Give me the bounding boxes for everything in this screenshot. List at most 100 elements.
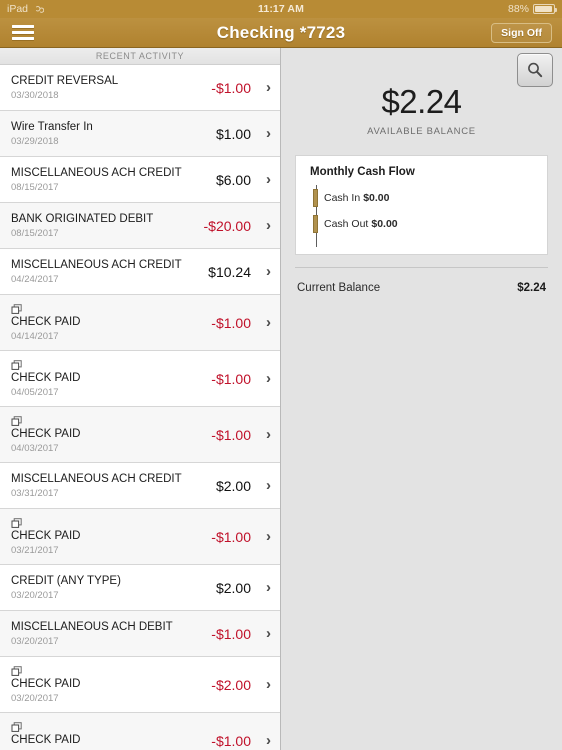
cash-in-row: Cash In $0.00: [310, 185, 533, 211]
recent-activity-list[interactable]: RECENT ACTIVITY CREDIT REVERSAL 03/30/201…: [0, 48, 281, 750]
transaction-amount: $10.24: [208, 263, 251, 280]
transaction-description: CREDIT REVERSAL: [11, 74, 119, 87]
transaction-date: 04/14/2017: [11, 331, 59, 342]
transaction-description: BANK ORIGINATED DEBIT: [11, 212, 154, 225]
transaction-date: 03/20/2017: [11, 589, 59, 601]
status-bar-time: 11:17 AM: [258, 3, 304, 15]
transaction-row[interactable]: BANK ORIGINATED DEBIT 08/15/2017 -$20.00 ›: [0, 203, 280, 249]
transaction-row[interactable]: MISCELLANEOUS ACH CREDIT 03/31/2017 $2.00 ›: [0, 463, 280, 509]
transaction-amount: -$1.00: [211, 426, 251, 443]
transaction-row[interactable]: MISCELLANEOUS ACH CREDIT 04/24/2017 $10.24…: [0, 249, 280, 295]
transaction-row[interactable]: CHECK PAID 03/21/2017 -$1.00 ›: [0, 509, 280, 565]
cash-in-bar: [313, 189, 318, 207]
transaction-date: 04/24/2017: [11, 273, 59, 285]
chevron-right-icon[interactable]: ›: [258, 80, 271, 95]
transaction-description: MISCELLANEOUS ACH DEBIT: [11, 620, 173, 633]
chevron-right-icon[interactable]: ›: [258, 218, 271, 233]
transaction-row[interactable]: Wire Transfer In 03/29/2018 $1.00 ›: [0, 111, 280, 157]
transaction-date: 03/20/2017: [11, 693, 59, 704]
transaction-info: MISCELLANEOUS ACH CREDIT 03/31/2017: [11, 472, 210, 500]
search-button[interactable]: [517, 53, 553, 87]
transaction-description: MISCELLANEOUS ACH CREDIT: [11, 258, 182, 271]
chevron-right-icon[interactable]: ›: [258, 126, 271, 141]
chevron-right-icon[interactable]: ›: [258, 677, 271, 692]
chevron-right-icon[interactable]: ›: [258, 478, 271, 493]
transaction-description: CHECK PAID: [11, 428, 81, 440]
transaction-info: CHECK PAID 04/05/2017: [11, 358, 205, 399]
transaction-row[interactable]: CHECK PAID 04/05/2017 -$1.00 ›: [0, 351, 280, 407]
check-image-icon: [11, 664, 23, 676]
transaction-description: MISCELLANEOUS ACH CREDIT: [11, 166, 182, 179]
transaction-amount: $2.00: [215, 579, 251, 596]
transaction-date: 03/30/2018: [11, 89, 59, 101]
battery-icon: [533, 4, 557, 14]
transaction-row[interactable]: CHECK PAID03/20/2017 -$1.00 ›: [0, 713, 280, 750]
transaction-amount: -$1.00: [211, 528, 251, 545]
recent-activity-header: RECENT ACTIVITY: [0, 48, 280, 65]
search-icon: [528, 62, 543, 78]
transaction-list: CREDIT REVERSAL 03/30/2018 -$1.00 › Wire Tra…: [0, 65, 280, 750]
transaction-amount: -$1.00: [211, 732, 251, 749]
chevron-right-icon[interactable]: ›: [258, 733, 271, 748]
transaction-date: 03/21/2017: [11, 545, 59, 556]
chevron-right-icon[interactable]: ›: [258, 172, 271, 187]
nav-bar: Checking *7723 Sign Off: [0, 18, 562, 48]
transaction-amount: $2.00: [215, 477, 251, 494]
status-bar: iPad 11:17 AM 88%: [0, 0, 562, 18]
transaction-amount: -$1.00: [211, 370, 251, 387]
available-balance-block: $2.24 AVAILABLE BALANCE: [295, 48, 548, 138]
transaction-description: Wire Transfer In: [11, 120, 93, 133]
transaction-date: 08/15/2017: [11, 181, 59, 193]
transaction-date: 08/15/2017: [11, 227, 59, 239]
transaction-info: Wire Transfer In 03/29/2018: [11, 120, 210, 148]
hamburger-menu-icon[interactable]: [10, 23, 36, 43]
transaction-description: CREDIT (ANY TYPE): [11, 574, 121, 587]
transaction-row[interactable]: CHECK PAID 04/03/2017 -$1.00 ›: [0, 407, 280, 463]
battery-percent: 88%: [507, 3, 529, 15]
chevron-right-icon[interactable]: ›: [258, 371, 271, 386]
transaction-info: CHECK PAID 04/14/2017: [11, 302, 205, 343]
transaction-description: MISCELLANEOUS ACH CREDIT: [11, 472, 182, 485]
cash-in-value: $0.00: [363, 192, 390, 204]
monthly-cash-flow-card[interactable]: Monthly Cash Flow Cash In $0.00 Cash Out $…: [295, 155, 548, 255]
check-image-icon: [11, 302, 23, 314]
transaction-row[interactable]: MISCELLANEOUS ACH DEBIT 03/20/2017 -$1.00 ›: [0, 611, 280, 657]
transaction-date: 04/05/2017: [11, 387, 59, 398]
transaction-date: 04/03/2017: [11, 443, 59, 454]
cash-in-label: Cash In: [324, 192, 361, 204]
transaction-info: CHECK PAID03/20/2017: [11, 664, 205, 705]
transaction-row[interactable]: CREDIT REVERSAL 03/30/2018 -$1.00 ›: [0, 65, 280, 111]
transaction-row[interactable]: CREDIT (ANY TYPE) 03/20/2017 $2.00 ›: [0, 565, 280, 611]
transaction-info: MISCELLANEOUS ACH CREDIT 04/24/2017: [11, 258, 202, 286]
transaction-description: CHECK PAID: [11, 530, 81, 542]
cash-out-row: Cash Out $0.00: [310, 211, 533, 237]
transaction-description: CHECK PAID: [11, 372, 81, 384]
chevron-right-icon[interactable]: ›: [258, 580, 271, 595]
available-balance-amount: $2.24: [381, 83, 462, 120]
account-summary-panel: $2.24 AVAILABLE BALANCE Monthly Cash Flo…: [281, 48, 562, 750]
transaction-date: 03/20/2017: [11, 635, 59, 647]
chevron-right-icon[interactable]: ›: [258, 529, 271, 544]
chevron-right-icon[interactable]: ›: [258, 264, 271, 279]
transaction-row[interactable]: MISCELLANEOUS ACH CREDIT 08/15/2017 $6.00 ›: [0, 157, 280, 203]
chevron-right-icon[interactable]: ›: [258, 427, 271, 442]
check-image-icon: [11, 414, 23, 426]
transaction-date: 03/31/2017: [11, 487, 59, 499]
cash-out-bar: [313, 215, 318, 233]
check-image-icon: [11, 516, 23, 528]
transaction-info: CHECK PAID03/20/2017: [11, 720, 205, 750]
transaction-row[interactable]: CHECK PAID 04/14/2017 -$1.00 ›: [0, 295, 280, 351]
check-image-icon: [11, 358, 23, 370]
chevron-right-icon[interactable]: ›: [258, 626, 271, 641]
transaction-row[interactable]: CHECK PAID 03/20/2017 -$2.00 ›: [0, 657, 280, 713]
chevron-right-icon[interactable]: ›: [258, 315, 271, 330]
current-balance-row: Current Balance $2.24: [295, 268, 548, 294]
sign-off-button[interactable]: Sign Off: [491, 22, 552, 43]
transaction-info: BANK ORIGINATED DEBIT 08/15/2017: [11, 212, 198, 240]
status-bar-right: 88%: [507, 3, 557, 15]
available-balance-label: AVAILABLE BALANCE: [367, 126, 476, 137]
transaction-description: CHECK PAID: [11, 734, 81, 746]
cash-flow-title: Monthly Cash Flow: [310, 166, 415, 178]
current-balance-label: Current Balance: [297, 282, 381, 294]
cash-out-label: Cash Out: [324, 218, 369, 230]
